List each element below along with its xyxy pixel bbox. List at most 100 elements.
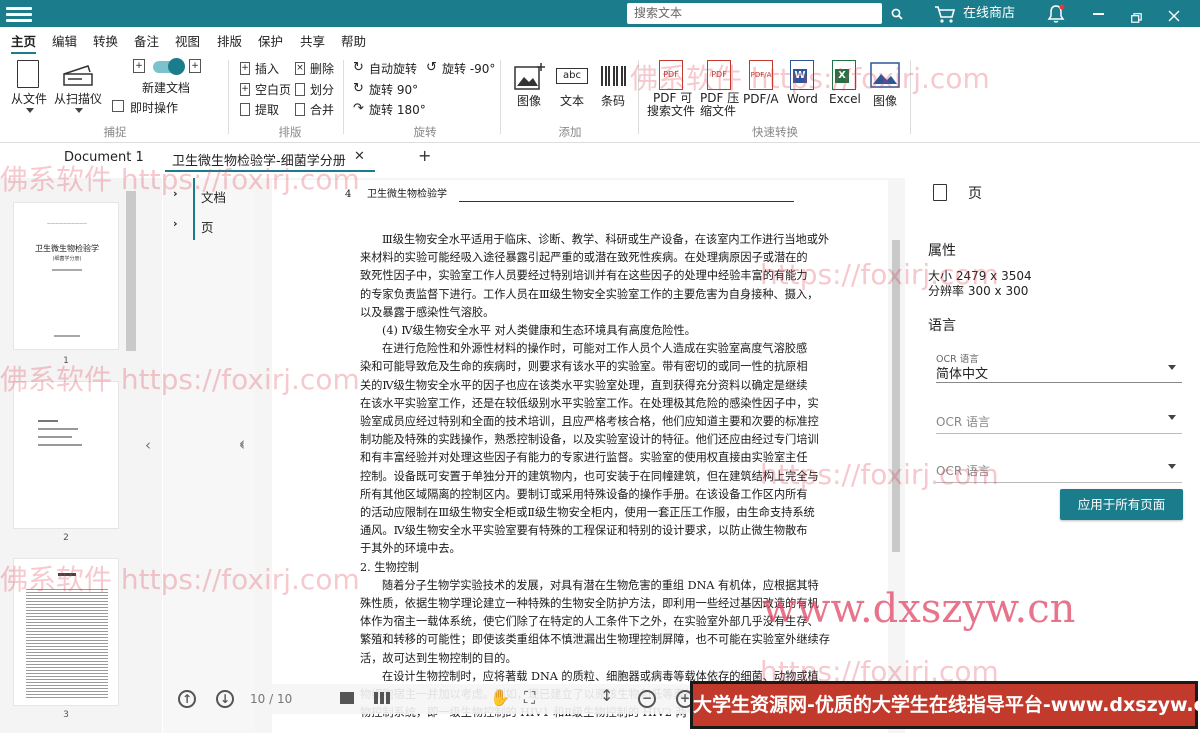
- from-file-label: 从文件: [11, 92, 48, 106]
- thumbnail-text-line: [38, 436, 72, 438]
- select-underline: [936, 382, 1182, 383]
- fit-page-icon[interactable]: ⛶: [524, 688, 535, 708]
- rotate-cw-icon: ↻: [353, 81, 364, 96]
- watermark: https://foxirj.com: [760, 258, 999, 291]
- from-scanner-button[interactable]: 从扫描仪: [54, 58, 104, 113]
- split-label: 划分: [310, 83, 335, 97]
- auto-rotate-button[interactable]: ↻ 自动旋转: [353, 60, 423, 78]
- bell-icon[interactable]: [1047, 4, 1065, 24]
- group-separator: [500, 60, 501, 134]
- tab-help[interactable]: 帮助: [341, 30, 366, 54]
- language-title: 语言: [928, 318, 956, 334]
- extract-label: 提取: [255, 103, 280, 117]
- ocr-language-select-2[interactable]: OCR 语言: [936, 410, 1182, 434]
- insert-label: 插入: [255, 62, 280, 76]
- add-text-label: 文本: [560, 94, 585, 108]
- online-store-link[interactable]: 在线商店: [963, 0, 1015, 27]
- hamburger-icon[interactable]: [6, 4, 32, 24]
- scanner-icon: [63, 65, 93, 86]
- page-text-line: 2. 生物控制: [360, 560, 419, 574]
- add-image-button[interactable]: 图像: [512, 60, 546, 110]
- new-document-label: 新建文档: [142, 81, 191, 95]
- chevron-down-icon: [1168, 415, 1176, 420]
- page-text-line: 殊性质，依据生物学理论建立一种特殊的生物安全防护方法，即利用一些经过基因改造的有…: [360, 597, 819, 610]
- add-text-button[interactable]: abc 文本: [556, 60, 590, 110]
- instant-action-checkbox[interactable]: [112, 100, 124, 112]
- blank-page-button[interactable]: + 空白页: [240, 81, 300, 99]
- promo-banner-text: 大学生资源网-优质的大学生在线指导平台-www.dxszyw.cn: [693, 694, 1200, 716]
- page-up-icon[interactable]: ↑: [178, 690, 196, 708]
- page-text-line: 和有丰富经验并对处理这些因子有能力的专家进行监督。实验室的使用权直接由实验室主任: [360, 451, 808, 465]
- insert-button[interactable]: + 插入: [240, 60, 300, 78]
- new-document-toggle[interactable]: + +: [133, 58, 203, 81]
- merge-label: 合并: [310, 103, 335, 117]
- add-image-label: 图像: [517, 94, 542, 108]
- zoom-out-icon[interactable]: −: [638, 690, 656, 708]
- rotate-180-icon: ↷: [353, 101, 364, 116]
- single-page-view-icon[interactable]: [340, 692, 354, 704]
- extract-button[interactable]: 提取: [240, 101, 300, 119]
- page-header-rule: [459, 201, 794, 202]
- grid-view-icon[interactable]: [374, 692, 390, 704]
- add-barcode-label: 条码: [601, 94, 626, 108]
- page-text-line: 活，故可达到生物控制的目的。: [360, 651, 517, 665]
- rotate-180-button[interactable]: ↷ 旋转 180°: [353, 101, 426, 119]
- page-down-icon[interactable]: ↓: [216, 690, 234, 708]
- blank-page-icon: +: [240, 83, 250, 96]
- cart-icon[interactable]: [934, 4, 956, 24]
- pdf-searchable-label-2: 搜索文件: [647, 104, 696, 118]
- toggle-knob: [168, 58, 185, 75]
- search-icon[interactable]: [887, 0, 907, 30]
- rotate-ccw-icon: ↺: [426, 60, 437, 75]
- tab-home[interactable]: 主页: [11, 30, 37, 54]
- rotate-ccw-90-button[interactable]: ↺ 旋转 -90°: [426, 60, 496, 78]
- minimize-icon[interactable]: [1093, 13, 1104, 15]
- tab-layout[interactable]: 排版: [217, 30, 242, 54]
- thumbnail-page-number: 3: [63, 710, 69, 720]
- tab-convert[interactable]: 转换: [93, 30, 118, 54]
- tab-notes[interactable]: 备注: [134, 30, 159, 54]
- chevron-left-icon[interactable]: ‹: [239, 434, 245, 452]
- fit-height-icon[interactable]: ↕: [600, 686, 613, 705]
- page-text-line: 在进行危险性和外源性材料的操作时，可能对工作人员个人造成在实验室高度气溶胶感: [382, 342, 808, 356]
- collapse-left-icon[interactable]: ‹: [145, 436, 151, 454]
- hand-tool-icon[interactable]: ✋: [490, 688, 510, 707]
- chevron-down-icon: [1168, 464, 1176, 469]
- outline-item-page[interactable]: 页: [201, 217, 214, 236]
- ribbon: 从文件 从扫描仪 + + 新建文档 即时操作 捕捉 + 插入 × 删除 + 空白…: [0, 54, 1200, 142]
- ribbon-tab-bar: 主页 编辑 转换 备注 视图 排版 保护 共享 帮助: [0, 30, 1200, 54]
- page-text-line: 来材料的实验可能经吸入途径暴露引起严重的或潜在致死性疾病。在处理病原因子或潜在的: [360, 251, 808, 265]
- search-input[interactable]: 搜索文本: [627, 3, 882, 24]
- ocr-language-select-1[interactable]: OCR 语言 简体中文: [936, 351, 1182, 383]
- add-tab-button[interactable]: +: [418, 146, 431, 165]
- group-label-convert: 快速转换: [752, 125, 798, 139]
- split-button[interactable]: 划分: [295, 81, 355, 99]
- tab-share[interactable]: 共享: [300, 30, 325, 54]
- add-barcode-button[interactable]: 条码: [598, 60, 632, 110]
- page-indicator[interactable]: 10 / 10: [250, 692, 292, 706]
- merge-button[interactable]: 合并: [295, 101, 355, 119]
- thumbnail-scrollbar[interactable]: [126, 191, 136, 351]
- from-file-button[interactable]: 从文件: [11, 58, 48, 113]
- app-window: 搜索文本 在线商店 主页 编辑 转换 备注 视图 排版 保护 共享 帮助 从文件…: [0, 0, 1200, 733]
- page-text-line: 繁殖和转移的可能性；即使该类重组体不慎泄漏出生物理控制屏障，也不可能在实验室外继…: [360, 633, 830, 647]
- apply-to-all-pages-button[interactable]: 应用于所有页面: [1060, 489, 1183, 520]
- page-text-line: 于其外的环境中去。: [360, 542, 461, 556]
- page-text-line: (4) Ⅳ级生物安全水平 对人类健康和生态环境具有高度危险性。: [382, 324, 696, 337]
- tab-edit[interactable]: 编辑: [52, 30, 77, 54]
- page-text-line: 在该水平实验室工作，还是在较低级别水平实验室工作。在处理极其危险的感染性因子中，…: [360, 396, 819, 410]
- page-thumbnail-1[interactable]: —————————— 卫生微生物检验学 (细菌学分册): [13, 202, 119, 350]
- chevron-right-icon[interactable]: ›: [173, 217, 178, 230]
- page-text-line: Ⅲ级生物安全水平适用于临床、诊断、教学、科研或生产设备，在该室内工作进行当地或外: [382, 233, 830, 246]
- delete-button[interactable]: × 删除: [295, 60, 355, 78]
- rotate-90-button[interactable]: ↻ 旋转 90°: [353, 81, 423, 99]
- tab-view[interactable]: 视图: [175, 30, 200, 54]
- page-thumbnail-2[interactable]: [13, 381, 119, 529]
- add-page-icon: +: [189, 59, 201, 73]
- barcode-icon: [601, 66, 626, 86]
- restore-icon[interactable]: [1131, 8, 1142, 23]
- tab-protect[interactable]: 保护: [258, 30, 283, 54]
- page-text-line: 所有其他区域隔离的控制区内。要制订或采用特殊设备的操作手册。在该设备工作区内所有: [360, 487, 808, 501]
- title-bar: 搜索文本 在线商店: [0, 0, 1200, 27]
- close-icon[interactable]: [1168, 7, 1180, 22]
